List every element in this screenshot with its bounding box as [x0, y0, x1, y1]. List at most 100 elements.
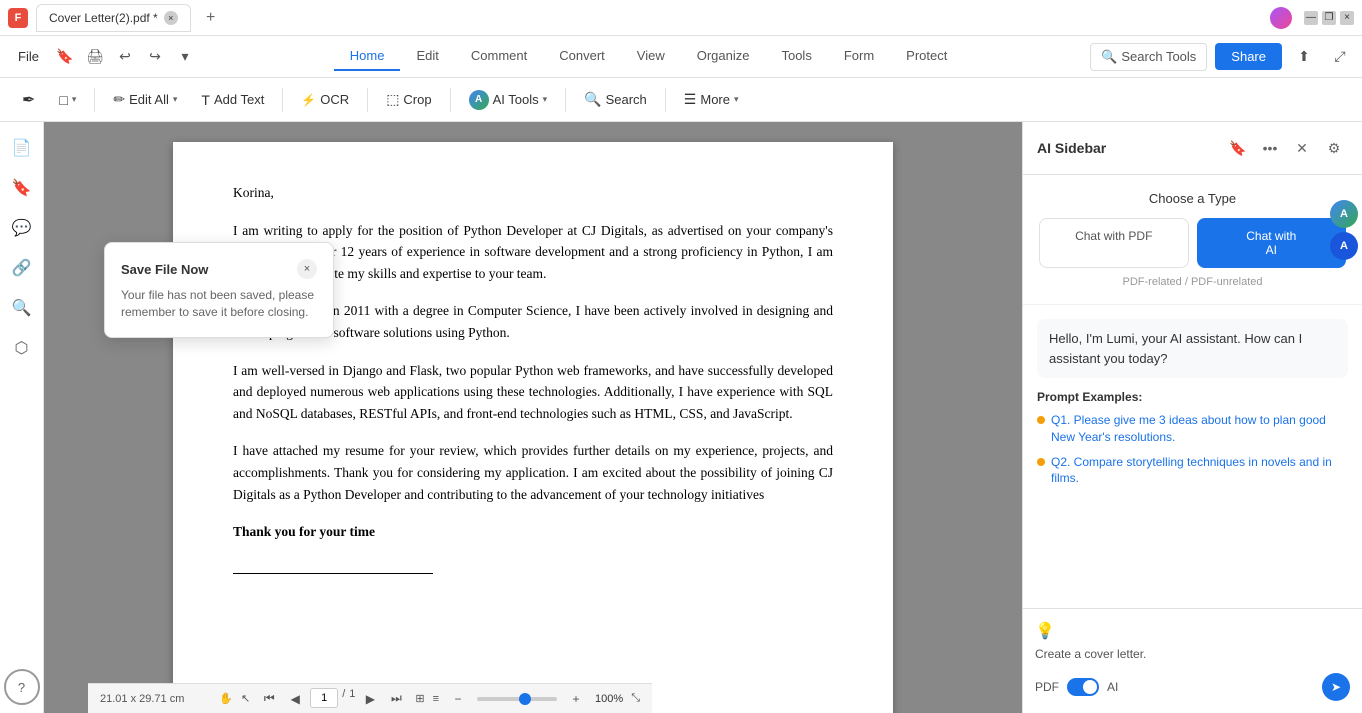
left-sidebar: 📄 🔖 💬 🔗 🔍 ⬡ ?: [0, 122, 44, 713]
ocr-button[interactable]: ⚡ OCR: [291, 87, 359, 112]
more-button[interactable]: ☰ More ▾: [674, 86, 749, 113]
crop-button[interactable]: ⬚ Crop: [376, 86, 441, 113]
sidebar-icon-layers[interactable]: ⬡: [4, 330, 40, 366]
ai-settings-icon[interactable]: ⚙: [1320, 134, 1348, 162]
bookmark-icon[interactable]: 🔖: [51, 43, 79, 71]
help-icon[interactable]: ?: [4, 669, 40, 705]
search-tool-label: Search: [606, 92, 647, 107]
zoom-percent: 100%: [595, 693, 623, 705]
zoom-out-button[interactable]: −: [447, 688, 469, 710]
shape-button[interactable]: □ ▾: [49, 87, 86, 113]
window-minimize-button[interactable]: —: [1304, 11, 1318, 25]
pdf-area: Save File Now × Your file has not been s…: [44, 122, 1022, 713]
view-mode-icon[interactable]: ⊞: [415, 692, 424, 705]
tab-tools[interactable]: Tools: [765, 42, 827, 71]
next-page-button[interactable]: ▶: [359, 688, 381, 710]
menu-icons: 🔖 🖨 ↩ ↪ ▾: [51, 43, 199, 71]
ai-bookmark-icon[interactable]: 🔖: [1224, 134, 1252, 162]
tab-close-button[interactable]: ×: [164, 11, 178, 25]
type-buttons: Chat with PDF Chat withAI: [1039, 218, 1346, 268]
ai-tools-label: AI Tools: [493, 92, 539, 107]
ai-bottom-controls: PDF AI ➤: [1035, 669, 1350, 701]
tab-form[interactable]: Form: [828, 42, 890, 71]
zoom-in-button[interactable]: +: [565, 688, 587, 710]
last-page-button[interactable]: ⏭: [385, 688, 407, 710]
nav-tabs: Home Edit Comment Convert View Organize …: [209, 42, 1088, 71]
sidebar-icon-pages[interactable]: 📄: [4, 130, 40, 166]
dropdown-icon[interactable]: ▾: [171, 43, 199, 71]
sidebar-icon-bookmarks[interactable]: 🔖: [4, 170, 40, 206]
upload-icon[interactable]: ⬆: [1290, 43, 1318, 71]
send-button[interactable]: ➤: [1322, 673, 1350, 701]
user-avatar[interactable]: [1270, 7, 1292, 29]
prompt-item-1[interactable]: Q1. Please give me 3 ideas about how to …: [1037, 412, 1348, 446]
sidebar-icon-links[interactable]: 🔗: [4, 250, 40, 286]
tab-organize[interactable]: Organize: [681, 42, 766, 71]
ai-sidebar: AI Sidebar 🔖 ••• ✕ ⚙ Choose a Type Chat …: [1022, 122, 1362, 713]
window-restore-button[interactable]: ❐: [1322, 11, 1336, 25]
tab-convert[interactable]: Convert: [543, 42, 621, 71]
share-button[interactable]: Share: [1215, 43, 1282, 70]
prompt-item-2[interactable]: Q2. Compare storytelling techniques in n…: [1037, 454, 1348, 488]
redo-icon[interactable]: ↪: [141, 43, 169, 71]
ai-tools-button[interactable]: A AI Tools ▾: [459, 85, 558, 115]
prompt-examples-title: Prompt Examples:: [1037, 390, 1348, 404]
window-controls: — ❐ ×: [1304, 11, 1354, 25]
fullscreen-icon[interactable]: ⤡: [631, 692, 640, 705]
tab-comment[interactable]: Comment: [455, 42, 543, 71]
crop-icon: ⬚: [386, 91, 399, 108]
page-separator: /: [342, 688, 345, 710]
save-popup-message: Your file has not been saved, please rem…: [121, 287, 317, 321]
sidebar-icon-search[interactable]: 🔍: [4, 290, 40, 326]
tab-view[interactable]: View: [621, 42, 681, 71]
chat-ai-label: Chat withAI: [1246, 229, 1296, 257]
search-tools-button[interactable]: 🔍 Search Tools: [1090, 43, 1207, 71]
file-menu[interactable]: File: [8, 45, 49, 68]
edit-all-label: Edit All: [129, 92, 169, 107]
edit-dropdown-arrow: ▾: [173, 94, 178, 105]
ai-bulb-icon: 💡: [1035, 621, 1350, 641]
page-navigation: ⏮ ◀ / 1 ▶ ⏭: [258, 688, 407, 710]
document-dimensions: 21.01 x 29.71 cm: [100, 693, 184, 705]
highlight-button[interactable]: ✒: [12, 85, 45, 115]
save-popup-close-button[interactable]: ×: [297, 259, 317, 279]
tab-protect[interactable]: Protect: [890, 42, 963, 71]
zoom-thumb[interactable]: [519, 693, 531, 705]
new-tab-button[interactable]: +: [199, 6, 223, 30]
menubar: File 🔖 🖨 ↩ ↪ ▾ Home Edit Comment Convert…: [0, 36, 1362, 78]
page-number-input[interactable]: [310, 688, 338, 708]
undo-icon[interactable]: ↩: [111, 43, 139, 71]
tab-edit[interactable]: Edit: [400, 42, 454, 71]
save-popup-title: Save File Now: [121, 262, 208, 277]
toolbar-separator-3: [367, 88, 368, 112]
zoom-slider[interactable]: [477, 697, 557, 701]
ai-more-icon[interactable]: •••: [1256, 134, 1284, 162]
ai-tools-dropdown-arrow: ▾: [543, 94, 548, 105]
ai-close-icon[interactable]: ✕: [1288, 134, 1316, 162]
search-button[interactable]: 🔍 Search: [574, 86, 657, 113]
prev-page-button[interactable]: ◀: [284, 688, 306, 710]
cursor-tool-icon[interactable]: ↖: [241, 692, 250, 705]
chat-with-ai-button[interactable]: Chat withAI: [1197, 218, 1347, 268]
scroll-mode-icon[interactable]: ≡: [433, 693, 439, 705]
active-tab[interactable]: Cover Letter(2).pdf * ×: [36, 4, 191, 32]
edit-all-button[interactable]: ✏ Edit All ▾: [103, 86, 187, 113]
print-icon[interactable]: 🖨: [81, 43, 109, 71]
crop-label: Crop: [403, 92, 431, 107]
more-label: More: [700, 92, 730, 107]
sidebar-icon-comments[interactable]: 💬: [4, 210, 40, 246]
tab-home[interactable]: Home: [334, 42, 401, 71]
add-text-button[interactable]: T Add Text: [191, 87, 274, 113]
search-icon: 🔍: [1101, 49, 1117, 65]
window-close-button[interactable]: ×: [1340, 11, 1354, 25]
first-page-button[interactable]: ⏮: [258, 688, 280, 710]
ai-pdf-toggle[interactable]: [1067, 678, 1099, 696]
ai-greeting-message: Hello, I'm Lumi, your AI assistant. How …: [1037, 319, 1348, 378]
chat-with-pdf-button[interactable]: Chat with PDF: [1039, 218, 1189, 268]
hand-tool-icon[interactable]: ✋: [219, 692, 233, 705]
lumi-avatar-2: A: [1330, 232, 1358, 260]
pdf-closing: Thank you for your time: [233, 521, 833, 543]
highlight-icon: ✒: [22, 90, 35, 110]
expand-icon[interactable]: ⤢: [1326, 43, 1354, 71]
ocr-icon: ⚡: [301, 93, 316, 107]
